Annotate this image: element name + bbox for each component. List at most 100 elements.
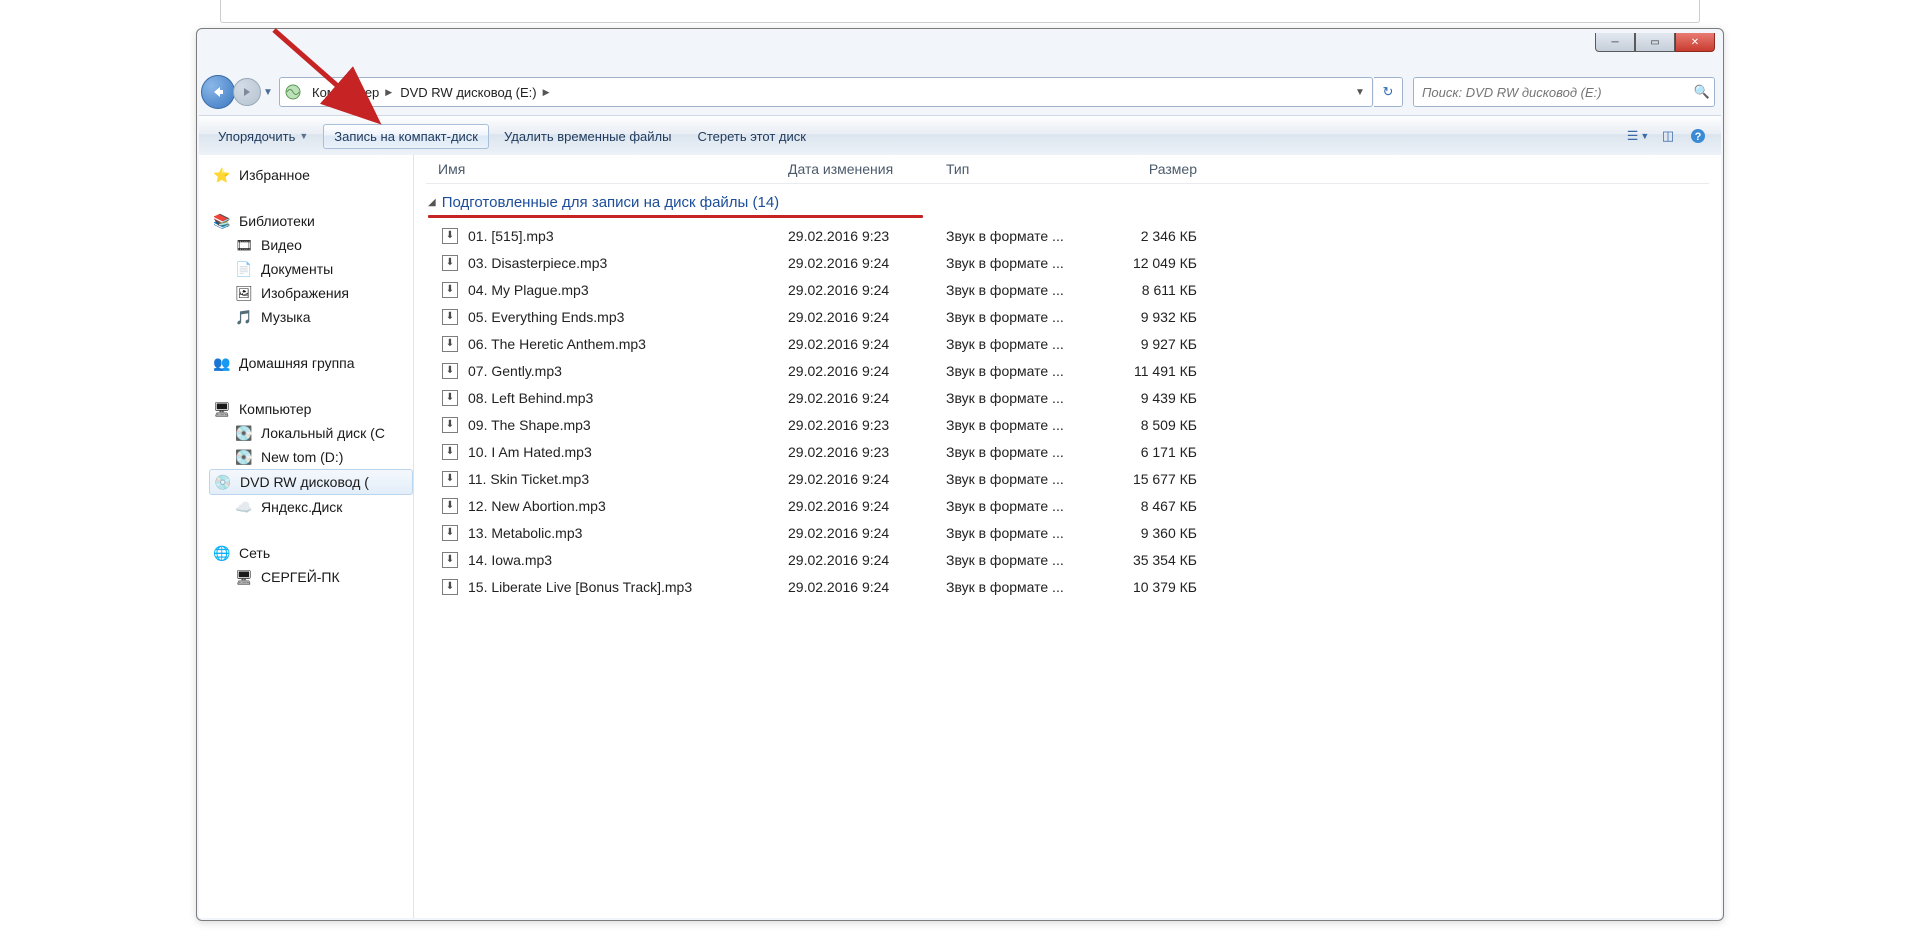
sidebar-favorites[interactable]: ⭐Избранное [213, 163, 413, 187]
file-row[interactable]: ⬇05. Everything Ends.mp329.02.2016 9:24З… [426, 303, 1709, 330]
nav-history-dropdown[interactable]: ▼ [261, 87, 275, 98]
file-row[interactable]: ⬇04. My Plague.mp329.02.2016 9:24Звук в … [426, 276, 1709, 303]
breadcrumb-dvd[interactable]: DVD RW дисковод (E:) ▶ [396, 78, 553, 106]
file-row[interactable]: ⬇13. Metabolic.mp329.02.2016 9:24Звук в … [426, 519, 1709, 546]
sidebar-local-disk-c[interactable]: 💽 Локальный диск (C [213, 421, 413, 445]
column-label: Тип [946, 161, 969, 177]
file-name: 12. New Abortion.mp3 [468, 498, 606, 514]
file-burn-icon: ⬇ [442, 471, 458, 487]
sidebar-label: Сеть [239, 545, 270, 561]
sidebar-libraries[interactable]: 📚 Библиотеки [213, 209, 413, 233]
file-name: 08. Left Behind.mp3 [468, 390, 593, 406]
file-row[interactable]: ⬇ 11. Skin Ticket.mp3 29.02.2016 9:24Звук … [426, 465, 1709, 492]
column-date[interactable]: Дата изменения [788, 161, 946, 177]
file-date: 29.02.2016 9:24 [788, 498, 946, 514]
file-date: 29.02.2016 9:24 [788, 282, 946, 298]
file-row[interactable]: ⬇01. [515].mp329.02.2016 9:23Звук в форм… [426, 222, 1709, 249]
sidebar-label: Видео [261, 237, 302, 253]
sidebar-network[interactable]: 🌐Сеть [213, 541, 413, 565]
file-name: 05. Everything Ends.mp3 [468, 309, 624, 325]
sidebar-label: Библиотеки [239, 213, 315, 229]
nav-forward-button[interactable] [233, 78, 261, 106]
view-options-button[interactable]: ☰▼ [1623, 123, 1653, 149]
file-type: Звук в формате ... [946, 417, 1102, 433]
drive-icon: 💽 [235, 448, 253, 466]
delete-temp-files-button[interactable]: Удалить временные файлы [493, 124, 682, 149]
file-row[interactable]: ⬇08. Left Behind.mp329.02.2016 9:24Звук … [426, 384, 1709, 411]
chevron-right-icon: ▶ [543, 87, 550, 98]
file-type: Звук в формате ... [946, 363, 1102, 379]
breadcrumb-label: DVD RW дисковод (E:) [400, 85, 536, 100]
file-burn-icon: ⬇ [442, 228, 458, 244]
file-row[interactable]: ⬇03. Disasterpiece.mp329.02.2016 9:24Зву… [426, 249, 1709, 276]
sidebar-pictures[interactable]: 🖼Изображения [213, 281, 413, 305]
file-row[interactable]: ⬇09. The Shape.mp329.02.2016 9:23Звук в … [426, 411, 1709, 438]
file-name: 03. Disasterpiece.mp3 [468, 255, 607, 271]
sidebar-documents[interactable]: 📄Документы [213, 257, 413, 281]
refresh-button[interactable]: ↻ [1374, 77, 1403, 107]
star-icon: ⭐ [213, 166, 231, 184]
column-size[interactable]: Размер [1102, 161, 1203, 177]
file-burn-icon: ⬇ [442, 417, 458, 433]
file-row[interactable]: ⬇06. The Heretic Anthem.mp329.02.2016 9:… [426, 330, 1709, 357]
address-dropdown[interactable]: ▼ [1352, 87, 1368, 98]
cloud-icon: ☁️ [235, 498, 253, 516]
erase-disc-button[interactable]: Стереть этот диск [686, 124, 817, 149]
file-burn-icon: ⬇ [442, 309, 458, 325]
libraries-icon: 📚 [213, 212, 231, 230]
file-name: 07. Gently.mp3 [468, 363, 562, 379]
file-type: Звук в формате ... [946, 228, 1102, 244]
file-burn-icon: ⬇ [442, 525, 458, 541]
sidebar-homegroup[interactable]: 👥Домашняя группа [213, 351, 413, 375]
file-date: 29.02.2016 9:24 [788, 579, 946, 595]
sidebar-videos[interactable]: 🎞Видео [213, 233, 413, 257]
file-row[interactable]: ⬇12. New Abortion.mp329.02.2016 9:24Звук… [426, 492, 1709, 519]
maximize-button[interactable]: ▭ [1635, 33, 1675, 52]
file-type: Звук в формате ... [946, 471, 1102, 487]
close-button[interactable]: ✕ [1675, 33, 1715, 52]
sidebar-label: Домашняя группа [239, 355, 355, 371]
file-row[interactable]: ⬇07. Gently.mp329.02.2016 9:24Звук в фор… [426, 357, 1709, 384]
search-input[interactable] [1414, 85, 1690, 100]
file-type: Звук в формате ... [946, 282, 1102, 298]
file-name: 01. [515].mp3 [468, 228, 554, 244]
drive-icon: 💽 [235, 424, 253, 442]
search-box[interactable]: 🔍 [1413, 77, 1715, 107]
file-burn-icon: ⬇ [442, 363, 458, 379]
computer-icon: 🖥 [213, 400, 231, 418]
file-size: 2 346 КБ [1102, 228, 1203, 244]
file-size: 6 171 КБ [1102, 444, 1203, 460]
group-header-label: Подготовленные для записи на диск файлы … [442, 194, 779, 211]
file-date: 29.02.2016 9:24 [788, 309, 946, 325]
preview-pane-button[interactable]: ◫ [1653, 123, 1683, 149]
nav-back-button[interactable] [201, 75, 235, 109]
minimize-button[interactable]: ─ [1595, 33, 1635, 52]
file-date: 29.02.2016 9:24 [788, 255, 946, 271]
file-burn-icon: ⬇ [442, 444, 458, 460]
file-size: 12 049 КБ [1102, 255, 1203, 271]
help-button[interactable]: ? [1683, 123, 1713, 149]
file-type: Звук в формате ... [946, 390, 1102, 406]
file-row[interactable]: ⬇10. I Am Hated.mp329.02.2016 9:23Звук в… [426, 438, 1709, 465]
organize-label: Упорядочить [218, 129, 295, 144]
burn-to-disc-button[interactable]: Запись на компакт-диск [323, 124, 489, 149]
address-bar[interactable]: Компьютер▶ DVD RW дисковод (E:) ▶ ▼ [279, 77, 1373, 107]
sidebar-new-tom-d[interactable]: 💽New tom (D:) [213, 445, 413, 469]
file-name: 11. Skin Ticket.mp3 [468, 471, 589, 487]
column-name[interactable]: Имя [426, 161, 788, 177]
column-type[interactable]: Тип [946, 161, 1102, 177]
sidebar-label: Локальный диск (C [261, 425, 385, 441]
file-row[interactable]: ⬇15. Liberate Live [Bonus Track].mp329.0… [426, 573, 1709, 600]
file-size: 8 509 КБ [1102, 417, 1203, 433]
sidebar-yandex-disk[interactable]: ☁️Яндекс.Диск [213, 495, 413, 519]
sidebar-dvd-drive[interactable]: 💿DVD RW дисковод ( [209, 469, 413, 495]
file-row[interactable]: ⬇14. Iowa.mp329.02.2016 9:24Звук в форма… [426, 546, 1709, 573]
erase-label: Стереть этот диск [697, 129, 806, 144]
file-date: 29.02.2016 9:24 [788, 471, 946, 487]
organize-button[interactable]: Упорядочить ▼ [207, 124, 319, 149]
sidebar-computer[interactable]: 🖥Компьютер [213, 397, 413, 421]
sidebar-sergey-pc[interactable]: 🖥СЕРГЕЙ-ПК [213, 565, 413, 589]
file-group-header[interactable]: ◢ Подготовленные для записи на диск файл… [428, 194, 1709, 211]
breadcrumb-computer[interactable]: Компьютер▶ [308, 78, 396, 106]
sidebar-music[interactable]: 🎵Музыка [213, 305, 413, 329]
